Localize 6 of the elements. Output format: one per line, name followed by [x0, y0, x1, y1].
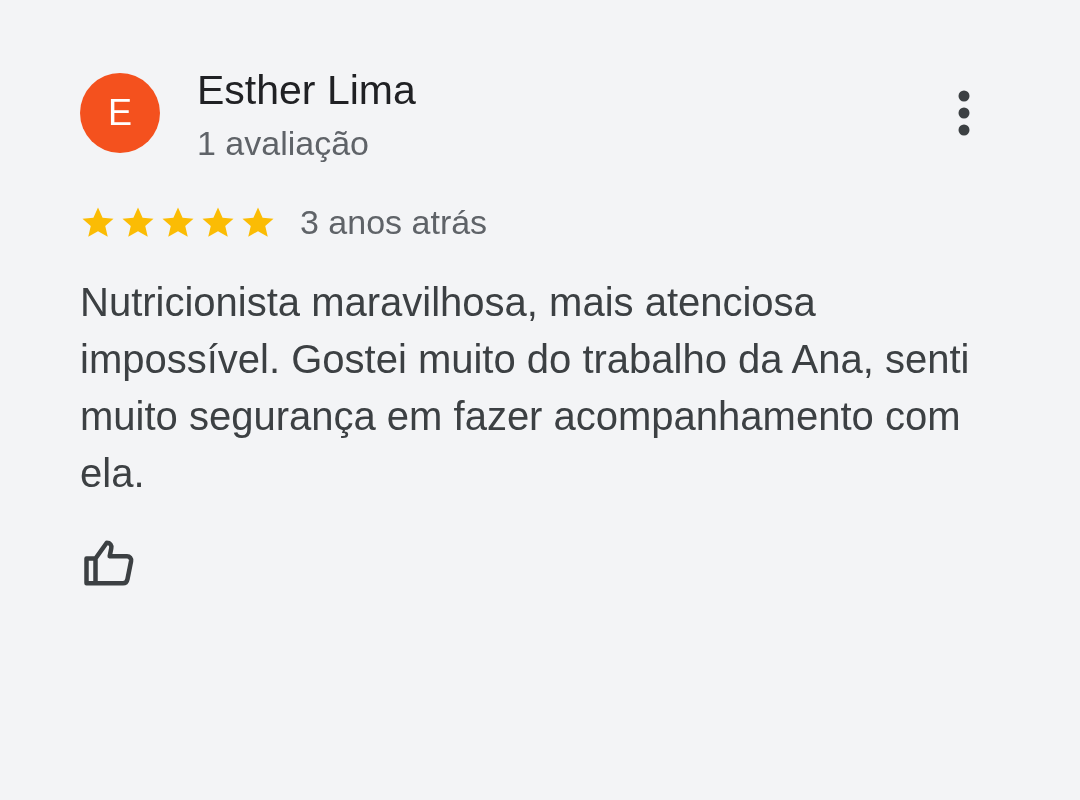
review-time: 3 anos atrás: [300, 202, 488, 243]
review-count: 1 avaliação: [197, 124, 370, 162]
more-options-icon[interactable]: [958, 90, 970, 136]
thumbs-up-icon[interactable]: [82, 538, 136, 588]
review-text: Nutricionista maravilhosa, mais atenciosa impossível. Gostei muito do trabalho da Ana, senti muito segurança em fazer acompanhamento com ela.: [80, 279, 971, 497]
reviewer-name[interactable]: Esther Lima: [197, 70, 958, 110]
